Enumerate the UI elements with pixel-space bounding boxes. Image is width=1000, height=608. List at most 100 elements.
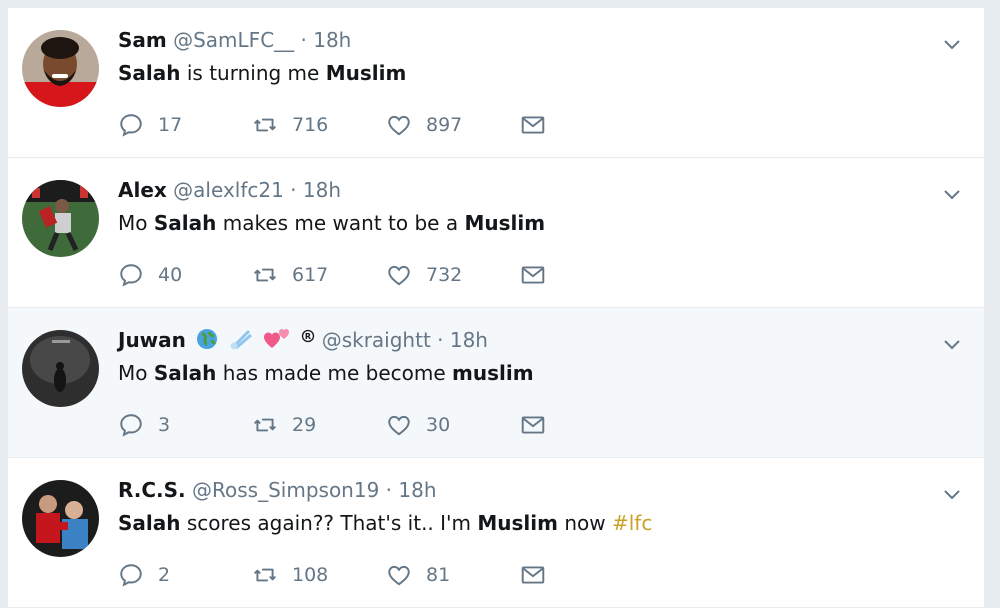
reply-count: 40 xyxy=(158,264,183,286)
chevron-down-icon xyxy=(944,40,960,50)
text-part: has made me become xyxy=(216,361,453,385)
tweet-actions: 3 29 30 xyxy=(118,412,558,442)
timestamp[interactable]: 18h xyxy=(303,178,341,202)
reply-button[interactable]: 17 xyxy=(118,112,182,138)
text-part: Mo xyxy=(118,211,154,235)
reply-count: 17 xyxy=(158,114,183,136)
avatar-sam-image xyxy=(22,30,99,107)
more-options-button[interactable] xyxy=(940,182,964,206)
text-part: Mo xyxy=(118,361,154,385)
like-button[interactable]: 732 xyxy=(386,262,462,288)
tweet-text: Mo Salah has made me become muslim xyxy=(118,360,534,386)
like-count: 732 xyxy=(426,264,463,286)
handle[interactable]: @Ross_Simpson19 xyxy=(192,478,379,502)
reply-icon xyxy=(120,114,142,137)
direct-message-button[interactable] xyxy=(520,112,560,138)
avatar-rcs-image xyxy=(22,480,99,557)
envelope-icon xyxy=(521,566,545,584)
chevron-down-icon xyxy=(944,190,960,200)
avatar[interactable] xyxy=(22,30,99,107)
avatar-juwan-image xyxy=(22,330,99,407)
direct-message-button[interactable] xyxy=(520,262,560,288)
tweet-actions: 2 108 81 xyxy=(118,562,558,592)
heart-icon xyxy=(388,265,410,286)
text-part: Muslim xyxy=(477,511,558,535)
envelope-icon xyxy=(521,416,545,434)
retweet-count: 617 xyxy=(292,264,329,286)
retweet-button[interactable]: 716 xyxy=(252,112,328,138)
reply-icon xyxy=(120,564,142,587)
handle[interactable]: @skraightt xyxy=(322,328,431,352)
tweet[interactable]: Alex @alexlfc21 · 18h Mo Salah makes me … xyxy=(8,158,984,308)
like-count: 897 xyxy=(426,114,463,136)
tweet-text: Salah is turning me Muslim xyxy=(118,60,406,86)
tweet-header: R.C.S. @Ross_Simpson19 · 18h xyxy=(118,478,437,502)
like-button[interactable]: 30 xyxy=(386,412,450,438)
retweet-icon xyxy=(254,418,276,432)
display-name[interactable]: Alex xyxy=(118,178,167,202)
text-part: Salah xyxy=(118,61,181,85)
text-part: Muslim xyxy=(325,61,407,85)
chevron-down-icon xyxy=(944,340,960,350)
retweet-button[interactable]: 108 xyxy=(252,562,328,588)
globe-emoji-icon xyxy=(196,328,218,355)
more-options-button[interactable] xyxy=(940,332,964,356)
tweet-header: Alex @alexlfc21 · 18h xyxy=(118,178,341,202)
more-options-button[interactable] xyxy=(940,32,964,56)
retweet-icon xyxy=(254,268,276,282)
retweet-button[interactable]: 29 xyxy=(252,412,316,438)
avatar[interactable] xyxy=(22,180,99,257)
timestamp[interactable]: 18h xyxy=(313,28,351,52)
display-name[interactable]: Sam xyxy=(118,28,167,52)
avatar-alex-image xyxy=(22,180,99,257)
tweet[interactable]: Juwan R @skraightt · 18h Mo Salah has ma… xyxy=(8,308,984,458)
tweet[interactable]: Sam @SamLFC__ · 18h Salah is turning me … xyxy=(8,8,984,158)
display-name[interactable]: R.C.S. xyxy=(118,478,186,502)
text-part: now xyxy=(557,511,612,535)
text-part: scores again?? That's it.. I'm xyxy=(180,511,478,535)
display-name[interactable]: Juwan xyxy=(118,328,186,352)
separator: · xyxy=(283,178,303,202)
reply-count: 2 xyxy=(158,564,171,586)
timestamp[interactable]: 18h xyxy=(398,478,436,502)
text-part: Salah xyxy=(153,361,217,385)
like-button[interactable]: 81 xyxy=(386,562,450,588)
tweet-feed: Sam @SamLFC__ · 18h Salah is turning me … xyxy=(8,8,984,608)
direct-message-button[interactable] xyxy=(520,562,560,588)
like-count: 30 xyxy=(426,414,451,436)
handle[interactable]: @SamLFC__ xyxy=(173,28,294,52)
text-part: muslim xyxy=(452,361,534,385)
separator: · xyxy=(294,28,314,52)
tweet-header: Sam @SamLFC__ · 18h xyxy=(118,28,351,52)
envelope-icon xyxy=(521,116,545,134)
like-count: 81 xyxy=(426,564,451,586)
avatar[interactable] xyxy=(22,480,99,557)
retweet-button[interactable]: 617 xyxy=(252,262,328,288)
reply-button[interactable]: 2 xyxy=(118,562,170,588)
retweet-count: 108 xyxy=(292,564,329,586)
chevron-down-icon xyxy=(944,490,960,500)
text-part: makes me want to be a xyxy=(216,211,465,235)
reply-icon xyxy=(120,414,142,437)
tweet-text: Salah scores again?? That's it.. I'm Mus… xyxy=(118,510,652,536)
svg-text:R: R xyxy=(305,332,311,341)
direct-message-button[interactable] xyxy=(520,412,560,438)
retweet-icon xyxy=(254,118,276,132)
tweet[interactable]: R.C.S. @Ross_Simpson19 · 18h Salah score… xyxy=(8,458,984,608)
heart-icon xyxy=(388,415,410,436)
hashtag-link[interactable]: #lfc xyxy=(612,511,652,535)
reply-button[interactable]: 3 xyxy=(118,412,170,438)
avatar[interactable] xyxy=(22,330,99,407)
reply-button[interactable]: 40 xyxy=(118,262,182,288)
more-options-button[interactable] xyxy=(940,482,964,506)
timestamp[interactable]: 18h xyxy=(450,328,488,352)
heart-icon xyxy=(388,565,410,586)
envelope-icon xyxy=(521,266,545,284)
tweet-actions: 17 716 897 xyxy=(118,112,558,142)
reply-count: 3 xyxy=(158,414,171,436)
text-part: Muslim xyxy=(464,211,546,235)
separator: · xyxy=(430,328,450,352)
comet-emoji-icon xyxy=(229,328,253,355)
like-button[interactable]: 897 xyxy=(386,112,462,138)
handle[interactable]: @alexlfc21 xyxy=(173,178,284,202)
